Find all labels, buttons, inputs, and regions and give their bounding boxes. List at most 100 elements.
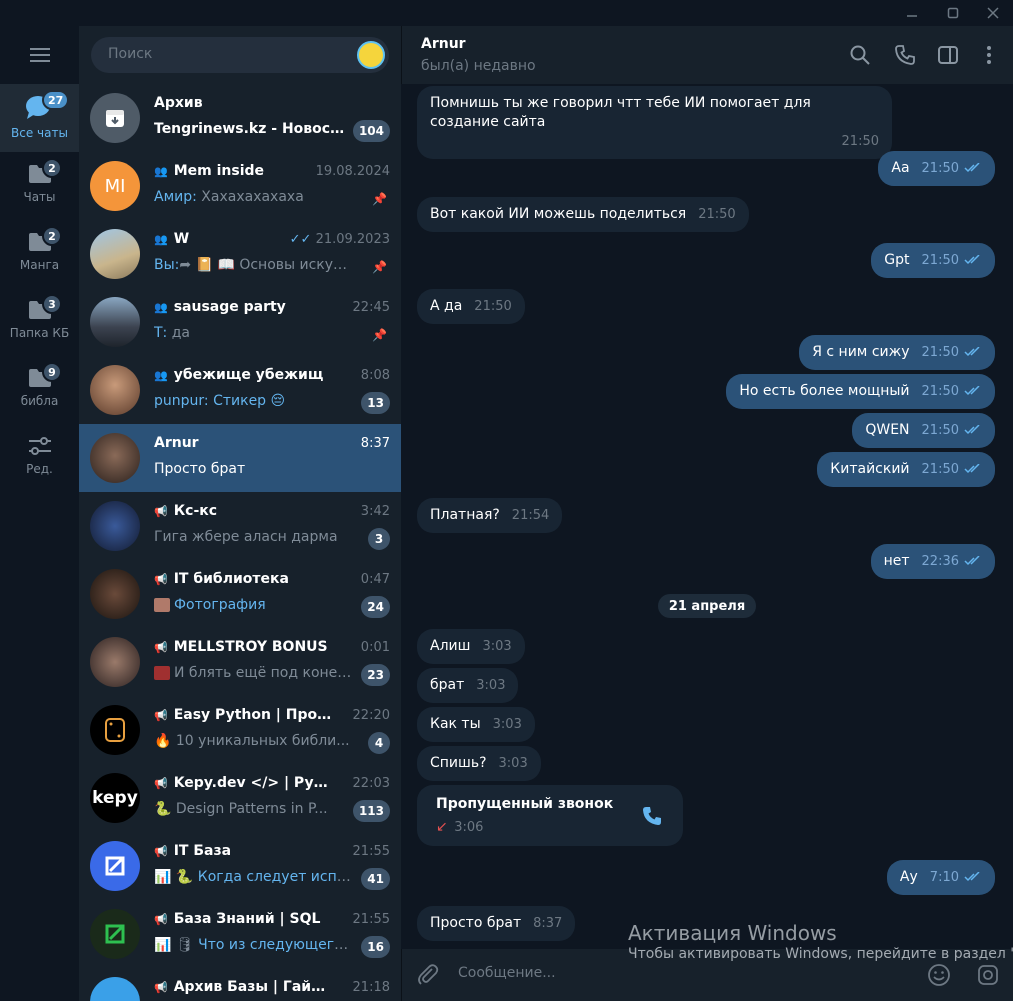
chat-status: был(а) недавно (421, 58, 536, 74)
dialog-name: 📢 IT База (154, 843, 232, 859)
message-outgoing[interactable]: Китайский 21:50 (817, 452, 995, 487)
folder-kb[interactable]: 3 Папка КБ (0, 288, 79, 356)
folder-edit[interactable]: Ред. (0, 424, 79, 492)
read-ticks-icon: ✓✓ (289, 232, 312, 247)
missed-call-message[interactable]: Пропущенный звонок ↙ 3:06 (417, 785, 683, 846)
message-outgoing[interactable]: Gpt 21:50 (871, 243, 995, 278)
message-incoming[interactable]: Помнишь ты же говорил чтт тебе ИИ помога… (417, 86, 892, 159)
message-time: 21:50 (921, 462, 959, 477)
more-icon[interactable] (978, 44, 1000, 66)
dialog-item[interactable]: 👥 убежище убежищ 8:08 punpur: Стикер 😔 13 (79, 356, 401, 424)
message-outgoing[interactable]: Аа 21:50 (878, 151, 995, 186)
message-incoming[interactable]: брат 3:03 (417, 668, 519, 703)
avatar (90, 365, 140, 415)
message-outgoing[interactable]: Я с ним сижу 21:50 (799, 335, 995, 370)
message-text: Китайский (830, 461, 910, 477)
message-time: 21:50 (921, 253, 959, 268)
message-outgoing[interactable]: Но есть более мощный 21:50 (726, 374, 995, 409)
dialog-item[interactable]: kepy 📢Kepy.dev </> | Python ... 22:03 🐍 … (79, 764, 401, 832)
dialog-item[interactable]: 📢 IT База 21:55 📊 🐍 Когда следует испол..… (79, 832, 401, 900)
message-time: 21:54 (511, 508, 550, 523)
dialog-item[interactable]: 📢 IT библиотека 0:47 Фотография 24 (79, 560, 401, 628)
dialog-preview: Амир: Хахахахахаха (154, 189, 304, 205)
dialog-item[interactable]: 📢 База Знаний | SQL 21:55 📊 🛢 Что из след… (79, 900, 401, 968)
message-time: 21:50 (841, 134, 879, 149)
dialog-time: 3:42 (360, 504, 390, 519)
dialog-item[interactable]: 👥 sausage party 22:45 Т: да 📌 (79, 288, 401, 356)
sidebar-toggle-icon[interactable] (937, 44, 959, 66)
dialog-time: 0:01 (360, 640, 390, 655)
dialog-item[interactable]: 📢Easy Python | Програм... 22:20 🔥 10 уни… (79, 696, 401, 764)
dialog-name: 📢Easy Python | Програм... (154, 707, 334, 723)
dialog-item-active[interactable]: Arnur 8:37 Просто брат (79, 424, 401, 492)
search-input[interactable]: Поиск (91, 37, 389, 73)
dialog-name: 📢 MELLSTROY BONUS (154, 639, 328, 655)
minimize-icon[interactable] (903, 4, 921, 22)
dialog-item[interactable]: 📢 Кс-кс 3:42 Гига жбере аласн дарма 3 (79, 492, 401, 560)
missed-arrow-icon: ↙ (436, 819, 448, 835)
message-outgoing[interactable]: QWEN 21:50 (852, 413, 995, 448)
channel-icon: 📢 (154, 641, 168, 654)
dialog-time: 8:37 (360, 436, 390, 451)
dialog-item[interactable]: 📢 MELLSTROY BONUS 0:01 И блять ещё под ко… (79, 628, 401, 696)
dialog-name: 📢 IT библиотека (154, 571, 289, 587)
unread-badge: 23 (361, 664, 390, 686)
call-back-icon[interactable] (641, 805, 663, 827)
dialog-preview: Tengrinews.kz - Новости К... (154, 121, 350, 137)
message-input[interactable]: Сообщение... (458, 965, 556, 981)
emoji-icon[interactable] (927, 963, 951, 987)
sliders-icon (28, 437, 51, 455)
read-ticks-icon (964, 464, 980, 474)
message-time: 21:50 (921, 384, 959, 399)
read-ticks-icon (964, 425, 980, 435)
dialog-item[interactable]: 👥 W ✓✓ 21.09.2023 Вы:➦ 📔 📖 Основы искусс.… (79, 220, 401, 288)
avatar: MI (90, 161, 140, 211)
unread-badge: 24 (361, 596, 390, 618)
channel-icon: 📢 (154, 981, 168, 994)
message-time: 3:03 (476, 678, 506, 693)
message-outgoing[interactable]: Ау 7:10 (886, 860, 995, 895)
message-text: Аа (891, 160, 910, 176)
message-text: Ау (899, 869, 918, 885)
video-message-icon[interactable] (976, 963, 1000, 987)
folder-manga[interactable]: 2 Манга (0, 220, 79, 288)
dialog-preview: Т: да (154, 325, 190, 341)
folder-rail: 27 Все чаты 2 Чаты 2 Манга 3 Папка КБ 9 … (0, 26, 79, 1001)
search-icon[interactable] (849, 44, 871, 66)
avatar (90, 909, 140, 959)
close-icon[interactable] (984, 4, 1002, 22)
message-incoming[interactable]: Алиш 3:03 (417, 629, 525, 664)
folder-all-chats[interactable]: 27 Все чаты (0, 84, 79, 152)
message-outgoing[interactable]: нет 22:36 (870, 544, 995, 579)
own-avatar[interactable] (357, 41, 385, 69)
message-incoming[interactable]: Спишь? 3:03 (417, 746, 541, 781)
title-bar (0, 0, 1013, 26)
folder-bibla[interactable]: 9 библа (0, 356, 79, 424)
message-incoming[interactable]: Просто брат 8:37 (417, 906, 576, 941)
dialog-archive[interactable]: Архив Tengrinews.kz - Новости К... 104 (79, 84, 401, 152)
folder-chats[interactable]: 2 Чаты (0, 152, 79, 220)
phone-icon[interactable] (894, 44, 916, 66)
dialog-preview: И блять ещё под конец ... (154, 665, 354, 681)
read-ticks-icon (964, 255, 980, 265)
avatar (90, 841, 140, 891)
message-incoming[interactable]: Вот какой ИИ можешь поделиться 21:50 (417, 197, 749, 232)
pin-icon: 📌 (372, 328, 387, 342)
database-icon: 🛢 (175, 937, 194, 953)
message-incoming[interactable]: Как ты 3:03 (417, 707, 535, 742)
unread-badge: 113 (352, 800, 390, 822)
message-incoming[interactable]: А да 21:50 (417, 289, 525, 324)
dialog-item[interactable]: MI 👥 Mem inside 19.08.2024 Амир: Хахахаха… (79, 152, 401, 220)
chat-header[interactable]: Arnur был(а) недавно (401, 26, 1013, 84)
message-text: Я с ним сижу (812, 344, 910, 360)
attach-icon[interactable] (416, 963, 440, 987)
pin-icon: 📌 (372, 192, 387, 206)
menu-button[interactable] (0, 26, 79, 84)
message-text: Gpt (884, 252, 910, 268)
message-text: Помнишь ты же говорил чтт тебе ИИ помога… (430, 95, 811, 130)
dialog-time: 0:47 (360, 572, 390, 587)
dialog-item[interactable]: 📢Архив Базы | Гайды, к... 21:18 (79, 968, 401, 1001)
maximize-icon[interactable] (944, 4, 962, 22)
message-incoming[interactable]: Платная? 21:54 (417, 498, 563, 533)
dialog-time: 8:08 (360, 368, 390, 383)
